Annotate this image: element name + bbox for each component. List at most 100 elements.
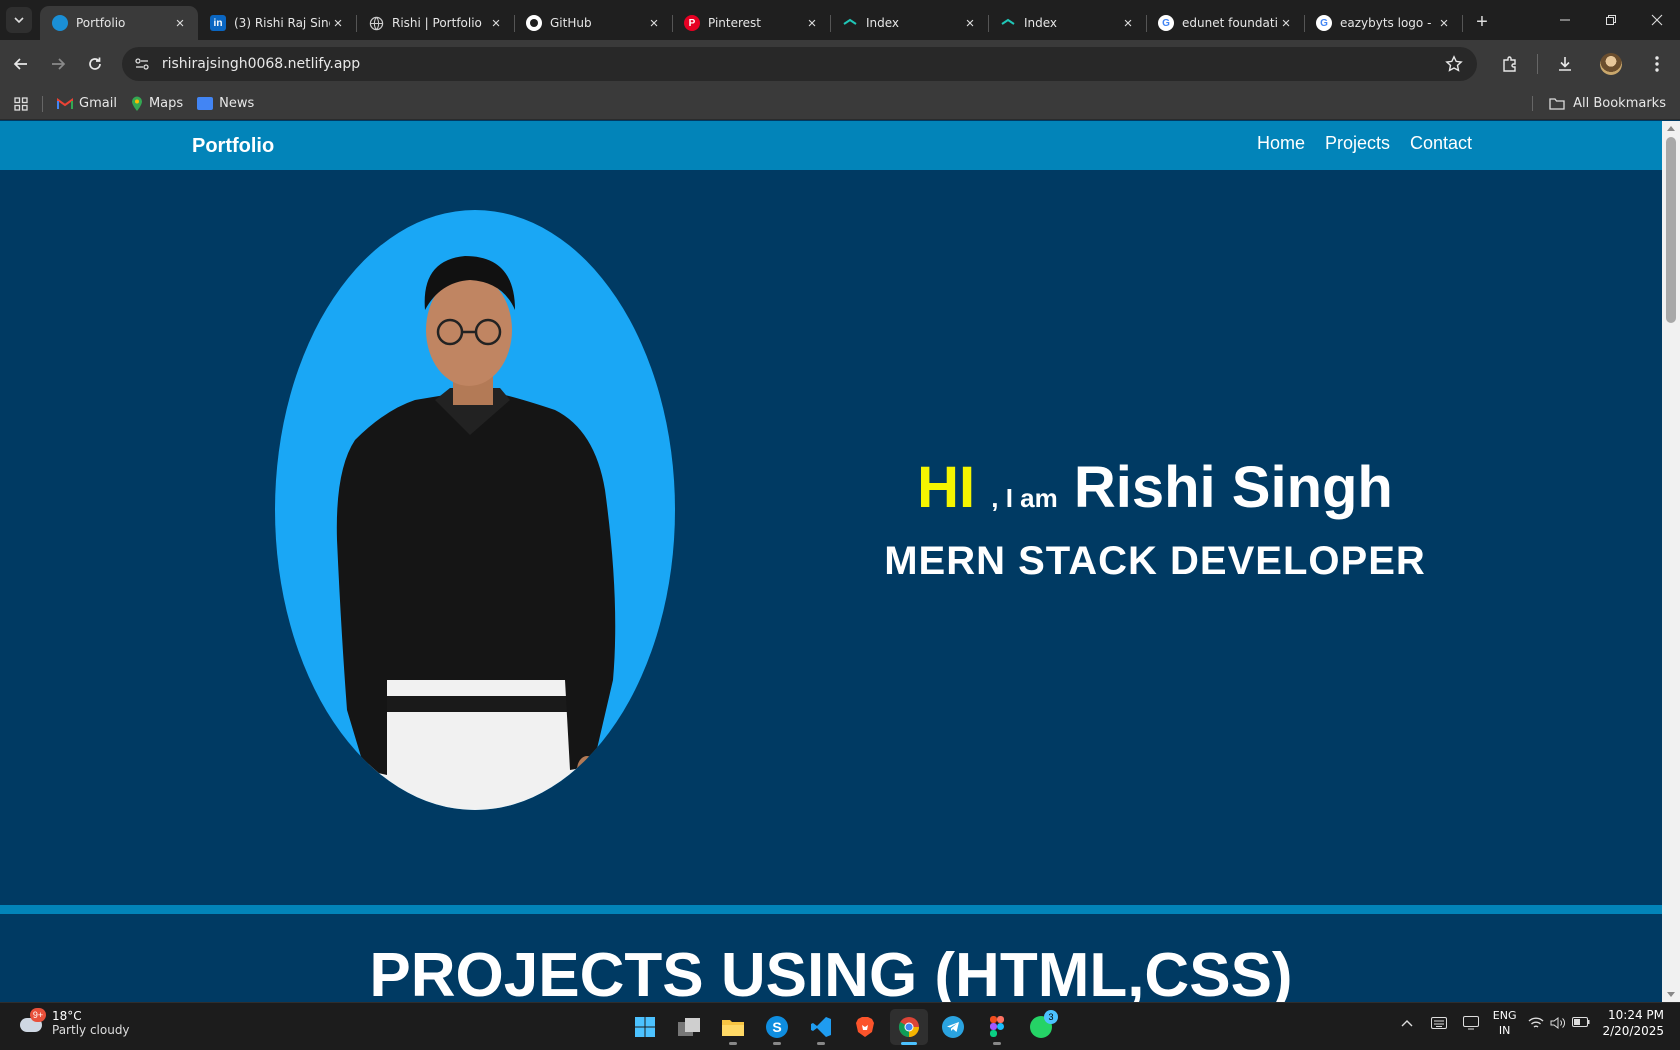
telegram-button[interactable]: [934, 1009, 972, 1045]
hero-role: MERN STACK DEVELOPER: [884, 539, 1426, 583]
bookmark-label: Gmail: [79, 96, 117, 111]
hero-section: HI , I am Rishi Singh MERN STACK DEVELOP…: [0, 170, 1662, 1002]
profile-button[interactable]: [1594, 47, 1628, 81]
tab-rishi-portfolio[interactable]: Rishi | Portfolio ×: [356, 6, 515, 40]
bookmark-news[interactable]: News: [197, 96, 254, 111]
tab-title: Rishi | Portfolio: [392, 16, 482, 30]
google-icon: G: [1316, 15, 1332, 31]
tab-title: GitHub: [550, 16, 592, 30]
address-bar[interactable]: rishirajsingh0068.netlify.app: [121, 47, 1477, 81]
whatsapp-badge: 3: [1044, 1010, 1058, 1024]
star-icon[interactable]: [1445, 55, 1463, 73]
clock[interactable]: 10:24 PM 2/20/2025: [1602, 1007, 1664, 1039]
tab-index-2[interactable]: Index ×: [988, 6, 1147, 40]
close-icon[interactable]: ×: [646, 15, 662, 32]
close-window-button[interactable]: [1634, 0, 1680, 40]
tab-portfolio[interactable]: Portfolio ×: [40, 6, 198, 40]
start-button[interactable]: [626, 1009, 664, 1045]
github-icon: [526, 15, 542, 31]
chrome-button[interactable]: [890, 1009, 928, 1045]
scroll-up-icon[interactable]: [1667, 126, 1675, 131]
weather-widget[interactable]: 9+ 18°C Partly cloudy: [18, 1008, 130, 1037]
reload-button[interactable]: [79, 47, 112, 81]
tab-linkedin[interactable]: in (3) Rishi Raj Sing ×: [198, 6, 357, 40]
clock-date: 2/20/2025: [1602, 1024, 1664, 1038]
chrome-icon: [898, 1017, 919, 1038]
weather-temp: 18°C: [52, 1009, 82, 1023]
scroll-down-icon[interactable]: [1667, 992, 1675, 997]
show-hidden-icons-button[interactable]: [1397, 1013, 1417, 1033]
netlify-icon: [842, 15, 858, 31]
windows-start-icon: [635, 1017, 655, 1037]
linkedin-icon: in: [210, 15, 226, 31]
arrow-right-icon: [51, 58, 66, 70]
page-scrollbar[interactable]: [1662, 121, 1680, 1002]
url-text[interactable]: rishirajsingh0068.netlify.app: [162, 56, 1445, 72]
tab-github[interactable]: GitHub ×: [514, 6, 673, 40]
close-icon[interactable]: ×: [1120, 15, 1136, 32]
bookmark-maps[interactable]: Maps: [131, 96, 183, 112]
close-icon[interactable]: ×: [1278, 15, 1294, 32]
site-brand[interactable]: Portfolio: [192, 135, 274, 158]
menu-button[interactable]: [1640, 47, 1674, 81]
tab-edunet[interactable]: G edunet foundatio ×: [1146, 6, 1305, 40]
quick-settings-button[interactable]: [1528, 1016, 1590, 1030]
netlify-icon: [1000, 15, 1016, 31]
minimize-button[interactable]: [1542, 0, 1588, 40]
running-indicator: [993, 1042, 1001, 1045]
nav-projects-link[interactable]: Projects: [1325, 133, 1390, 154]
tab-title: eazybyts logo -: [1340, 16, 1432, 30]
browser-toolbar: rishirajsingh0068.netlify.app: [0, 40, 1680, 88]
brave-button[interactable]: [846, 1009, 884, 1045]
bookmark-label: Maps: [148, 96, 184, 111]
tab-index-1[interactable]: Index ×: [830, 6, 989, 40]
more-vertical-icon: [1655, 56, 1659, 72]
back-button[interactable]: [4, 47, 37, 81]
arrow-left-icon: [13, 58, 27, 70]
apps-button[interactable]: [14, 96, 28, 111]
close-icon[interactable]: ×: [804, 15, 820, 32]
close-icon[interactable]: ×: [330, 15, 346, 32]
globe-icon: [368, 15, 384, 31]
chevron-down-icon: [14, 17, 24, 24]
pen-menu-icon[interactable]: [1461, 1013, 1481, 1033]
puzzle-icon: [1503, 56, 1516, 72]
vscode-button[interactable]: [802, 1009, 840, 1045]
nav-contact-link[interactable]: Contact: [1410, 133, 1472, 154]
skype-button[interactable]: S: [758, 1009, 796, 1045]
grid-icon: [14, 96, 28, 111]
maps-icon: [131, 96, 142, 111]
browser-tab-strip: Portfolio × in (3) Rishi Raj Sing × Rish…: [0, 0, 1680, 40]
extensions-button[interactable]: [1493, 47, 1527, 81]
vscode-icon: [811, 1017, 831, 1037]
tab-pinterest[interactable]: P Pinterest ×: [672, 6, 831, 40]
site-navbar: Portfolio Home Projects Contact: [0, 121, 1662, 170]
bookmark-gmail[interactable]: Gmail: [57, 96, 117, 111]
all-bookmarks-button[interactable]: All Bookmarks: [1532, 96, 1666, 111]
hero-hi: HI: [917, 455, 976, 520]
nav-home-link[interactable]: Home: [1257, 133, 1305, 154]
avatar: [1599, 53, 1622, 75]
running-indicator: [901, 1042, 917, 1045]
close-icon[interactable]: ×: [172, 15, 188, 32]
window-controls: [1542, 0, 1680, 40]
hero-name: Rishi Singh: [1073, 455, 1393, 520]
close-icon[interactable]: ×: [1436, 15, 1452, 32]
tab-title: Pinterest: [708, 16, 762, 30]
downloads-button[interactable]: [1548, 47, 1582, 81]
tab-eazybyts[interactable]: G eazybyts logo - ×: [1304, 6, 1463, 40]
forward-button[interactable]: [41, 47, 74, 81]
keyboard-icon[interactable]: [1429, 1013, 1449, 1033]
whatsapp-button[interactable]: 3: [1022, 1009, 1060, 1045]
task-view-button[interactable]: [670, 1009, 708, 1045]
language-indicator[interactable]: ENG IN: [1493, 1008, 1517, 1038]
scrollbar-thumb[interactable]: [1666, 137, 1676, 323]
new-tab-button[interactable]: +: [1468, 8, 1496, 36]
close-icon[interactable]: ×: [962, 15, 978, 32]
figma-button[interactable]: [978, 1009, 1016, 1045]
site-info-icon[interactable]: [134, 56, 150, 72]
tab-search-button[interactable]: [6, 7, 32, 33]
restore-button[interactable]: [1588, 0, 1634, 40]
file-explorer-button[interactable]: [714, 1009, 752, 1045]
close-icon[interactable]: ×: [488, 15, 504, 32]
